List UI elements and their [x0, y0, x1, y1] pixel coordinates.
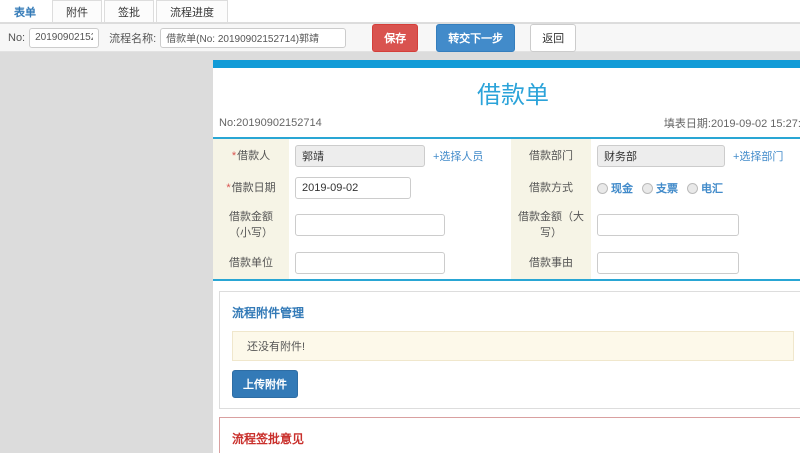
no-label: No: — [8, 31, 26, 44]
panel-accent-bar — [213, 60, 800, 68]
attachments-section: 流程附件管理 还没有附件! 上传附件 — [219, 291, 800, 409]
radio-check[interactable]: 支票 — [642, 180, 678, 196]
tab-attachments-label: 附件 — [66, 6, 88, 19]
process-name-input[interactable] — [160, 27, 347, 48]
loan-reason-input[interactable] — [597, 252, 739, 274]
tab-attachments[interactable]: 附件 — [52, 0, 102, 22]
radio-cash[interactable]: 现金 — [597, 180, 633, 196]
department-field: +选择部门 — [591, 139, 800, 173]
amount-small-input[interactable] — [295, 214, 445, 236]
radio-wire[interactable]: 电汇 — [687, 180, 723, 196]
tab-form[interactable]: 表单 — [0, 0, 50, 22]
loan-reason-field — [591, 247, 800, 279]
next-step-button[interactable]: 转交下一步 — [436, 23, 516, 52]
loan-unit-label: 借款单位 — [213, 247, 289, 279]
radio-circle-icon — [642, 182, 653, 194]
process-name-label: 流程名称: — [109, 32, 157, 45]
loan-date-field — [289, 173, 511, 203]
form-meta-row: No:20190902152714 填表日期:2019-09-02 15:27:… — [213, 112, 800, 137]
department-label: 借款部门 — [511, 139, 591, 173]
required-mark: * — [231, 149, 237, 162]
amount-big-input[interactable] — [597, 214, 739, 236]
tab-bar: 表单 附件 签批 流程进度 — [0, 0, 800, 23]
amount-small-field — [289, 203, 511, 247]
loan-method-field: 现金 支票 电汇 — [591, 173, 800, 203]
loan-unit-field — [289, 247, 511, 279]
radio-circle-icon — [687, 182, 698, 194]
loan-unit-input[interactable] — [295, 252, 445, 274]
tab-approval[interactable]: 签批 — [104, 0, 154, 22]
tab-progress-label: 流程进度 — [170, 6, 214, 19]
action-toolbar: No: 流程名称: 保存 转交下一步 返回 — [0, 23, 800, 52]
loan-date-input[interactable] — [295, 177, 411, 199]
fill-date-text: 填表日期:2019-09-02 15:27:1 — [663, 118, 800, 130]
loan-method-radios: 现金 支票 电汇 — [597, 180, 723, 196]
department-input[interactable] — [597, 145, 725, 167]
amount-big-label: 借款金额（大写） — [511, 203, 591, 247]
save-button[interactable]: 保存 — [372, 23, 419, 52]
attachments-heading: 流程附件管理 — [232, 306, 305, 320]
loan-form-table: *借款人 +选择人员 借款部门 +选择部门 *借款日期 借款方式 现金 支票 电… — [213, 137, 800, 281]
tab-progress[interactable]: 流程进度 — [156, 0, 228, 22]
page-title: 借款单 — [477, 82, 549, 109]
approval-heading: 流程签批意见 — [232, 432, 305, 446]
approval-section: 流程签批意见 B I abc 123 — [219, 417, 800, 453]
doc-number-text: No:20190902152714 — [219, 117, 322, 129]
select-department-link[interactable]: +选择部门 — [733, 148, 783, 164]
borrower-label: *借款人 — [213, 139, 289, 173]
form-panel: 借款单 No:20190902152714 填表日期:2019-09-02 15… — [213, 60, 800, 453]
amount-small-label: 借款金额（小写） — [213, 203, 289, 247]
back-button[interactable]: 返回 — [530, 23, 577, 52]
tab-form-label: 表单 — [14, 6, 36, 19]
tab-approval-label: 签批 — [118, 6, 140, 19]
select-person-link[interactable]: +选择人员 — [433, 148, 483, 164]
page: { "tabs": [ { "label": "表单", "active": t… — [0, 0, 800, 453]
no-attachments-message: 还没有附件! — [232, 331, 794, 361]
borrower-input[interactable] — [295, 145, 425, 167]
upload-attachment-button[interactable]: 上传附件 — [232, 370, 298, 398]
borrower-field: +选择人员 — [289, 139, 511, 173]
no-input[interactable] — [29, 27, 100, 48]
loan-date-label: *借款日期 — [213, 173, 289, 203]
loan-method-label: 借款方式 — [511, 173, 591, 203]
amount-big-field — [591, 203, 800, 247]
loan-reason-label: 借款事由 — [511, 247, 591, 279]
required-mark: * — [226, 181, 231, 194]
radio-circle-icon — [597, 182, 608, 194]
